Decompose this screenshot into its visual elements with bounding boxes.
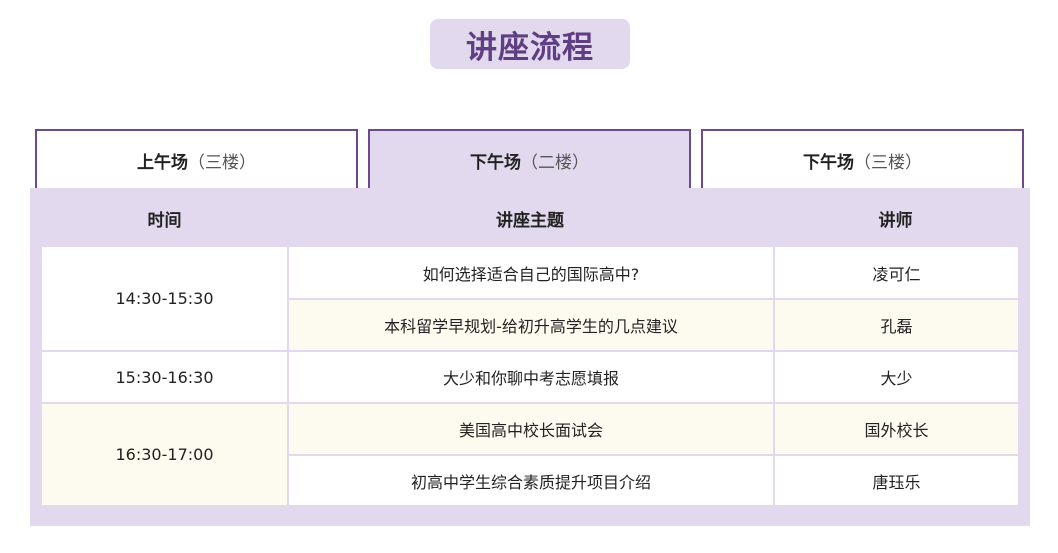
tab-label: 上午场 [137,153,188,173]
speaker-cell: 凌可仁 [773,247,1018,298]
time-cell: 14:30-15:30 [42,247,287,350]
lecture-schedule-page: 讲座流程 上午场 （三楼） 下午场 （二楼） 下午场 （三楼） 时间 讲座主题 讲师 … [0,0,1058,553]
page-title-box: 讲座流程 [430,19,630,69]
topic-cell: 初高中学生综合素质提升项目介绍 [287,454,773,505]
tab-label: 下午场 [470,153,521,173]
column-header-time: 时间 [147,211,182,231]
topic-cell: 如何选择适合自己的国际高中? [287,247,773,298]
speaker-cell: 大少 [773,350,1018,402]
tab-floor-label: （三楼） [854,153,922,173]
speaker-cell: 孔磊 [773,298,1018,350]
tab-afternoon-third-floor[interactable]: 下午场 （三楼） [701,129,1024,192]
topic-cell: 美国高中校长面试会 [287,402,773,454]
time-cell: 16:30-17:00 [42,402,287,505]
tab-floor-label: （二楼） [521,153,589,173]
tab-floor-label: （三楼） [188,153,256,173]
time-cell: 15:30-16:30 [42,350,287,402]
tab-label: 下午场 [803,153,854,173]
tab-morning-third-floor[interactable]: 上午场 （三楼） [35,129,358,192]
speaker-cell: 国外校长 [773,402,1018,454]
column-header-speaker: 讲师 [878,211,913,231]
tab-afternoon-second-floor[interactable]: 下午场 （二楼） [368,129,691,192]
speaker-cell: 唐珏乐 [773,454,1018,505]
column-header-topic: 讲座主题 [496,211,564,231]
topic-cell: 大少和你聊中考志愿填报 [287,350,773,402]
page-title: 讲座流程 [466,29,594,66]
topic-cell: 本科留学早规划-给初升高学生的几点建议 [287,298,773,350]
